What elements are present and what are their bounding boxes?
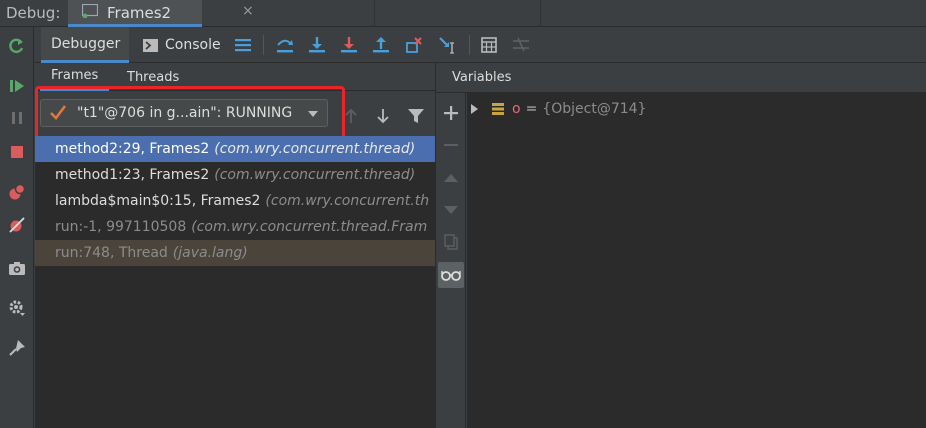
- stop-icon[interactable]: [7, 142, 27, 162]
- frame-package: (com.wry.concurrent.thread): [214, 167, 416, 183]
- camera-icon[interactable]: [7, 258, 27, 278]
- variables-tree: o = {Object@714}: [467, 93, 926, 428]
- frames-list: method2:29, Frames2 (com.wry.concurrent.…: [35, 136, 435, 428]
- debugger-toolbar: Debugger Console: [35, 27, 926, 63]
- move-up-icon: [441, 168, 461, 188]
- frames-panel: Frames Threads "t1"@706 in g...ain": RUN…: [35, 63, 435, 428]
- frame-package: (com.wry.concurrent.thread.Fram: [191, 219, 428, 235]
- console-icon: [143, 38, 158, 52]
- resume-icon[interactable]: [7, 76, 27, 96]
- frame-row[interactable]: method1:23, Frames2 (com.wry.concurrent.…: [35, 162, 435, 188]
- frame-method: method2:29, Frames2: [55, 141, 210, 157]
- tab-debugger[interactable]: Debugger: [41, 27, 129, 63]
- frame-package: (com.wry.concurrent.thread): [214, 141, 416, 157]
- variable-value: {Object@714}: [542, 101, 647, 117]
- step-into-icon[interactable]: [307, 35, 327, 55]
- toolbar-separator: [469, 35, 470, 55]
- settings-gear-icon[interactable]: [7, 298, 27, 318]
- force-step-into-icon[interactable]: [339, 35, 359, 55]
- frame-method: run:-1, 997110508: [55, 219, 187, 235]
- variables-header: Variables: [436, 63, 926, 93]
- view-breakpoints-icon[interactable]: [7, 182, 27, 202]
- frame-row[interactable]: run:748, Thread (java.lang): [35, 240, 435, 266]
- debug-label: Debug:: [6, 4, 61, 22]
- highlight-annotation-box: [35, 86, 345, 142]
- step-out-icon[interactable]: [371, 35, 391, 55]
- add-watch-icon[interactable]: [441, 103, 461, 123]
- header-divider: [374, 0, 375, 27]
- menu-lines-icon[interactable]: [233, 35, 253, 55]
- variable-row[interactable]: o = {Object@714}: [467, 97, 926, 121]
- remove-watch-icon: [441, 135, 461, 155]
- field-icon: [492, 103, 504, 115]
- frame-row[interactable]: run:-1, 997110508 (com.wry.concurrent.th…: [35, 214, 435, 240]
- arrow-down-icon[interactable]: [373, 106, 393, 126]
- copy-icon: [441, 232, 461, 252]
- pin-icon[interactable]: [7, 338, 27, 358]
- mute-breakpoints-icon[interactable]: [7, 215, 27, 235]
- variables-title: Variables: [452, 70, 512, 85]
- drop-frame-icon[interactable]: [404, 35, 424, 55]
- move-down-icon: [441, 200, 461, 220]
- variables-actions-strip: [436, 93, 466, 428]
- header-divider: [540, 0, 541, 27]
- expand-arrow-icon[interactable]: [471, 104, 478, 114]
- close-icon[interactable]: ×: [242, 3, 254, 19]
- frame-package: (java.lang): [172, 245, 248, 261]
- debug-tool-window-header: Debug: Frames2 ×: [0, 0, 926, 27]
- variable-equals: =: [525, 101, 538, 117]
- tab-frames-label: Frames: [51, 68, 99, 83]
- frame-package: (com.wry.concurrent.th: [265, 193, 430, 209]
- tab-console[interactable]: Console: [143, 27, 233, 63]
- frame-method: lambda$main$0:15, Frames2: [55, 193, 261, 209]
- pause-icon[interactable]: [7, 108, 27, 128]
- toolbar-separator: [263, 35, 264, 55]
- variable-name: o: [512, 101, 521, 117]
- run-config-tab[interactable]: Frames2 ×: [68, 0, 254, 27]
- step-over-icon[interactable]: [275, 35, 295, 55]
- run-config-title: Frames2: [107, 4, 172, 22]
- evaluate-expression-icon[interactable]: [479, 35, 499, 55]
- rerun-icon[interactable]: [7, 36, 27, 56]
- tab-console-label: Console: [165, 37, 221, 53]
- frame-method: run:748, Thread: [55, 245, 168, 261]
- tab-debugger-label: Debugger: [51, 35, 121, 52]
- trace-stream-icon: [511, 35, 531, 55]
- run-config-icon: [81, 3, 99, 19]
- frame-method: method1:23, Frames2: [55, 167, 210, 183]
- filter-icon[interactable]: [406, 106, 426, 126]
- glasses-watch-icon[interactable]: [438, 262, 464, 288]
- frame-row[interactable]: lambda$main$0:15, Frames2 (com.wry.concu…: [35, 188, 435, 214]
- tab-threads-label: Threads: [127, 69, 180, 85]
- frame-row[interactable]: method2:29, Frames2 (com.wry.concurrent.…: [35, 136, 435, 162]
- debug-actions-strip: [0, 27, 34, 428]
- run-to-cursor-icon[interactable]: [437, 35, 457, 55]
